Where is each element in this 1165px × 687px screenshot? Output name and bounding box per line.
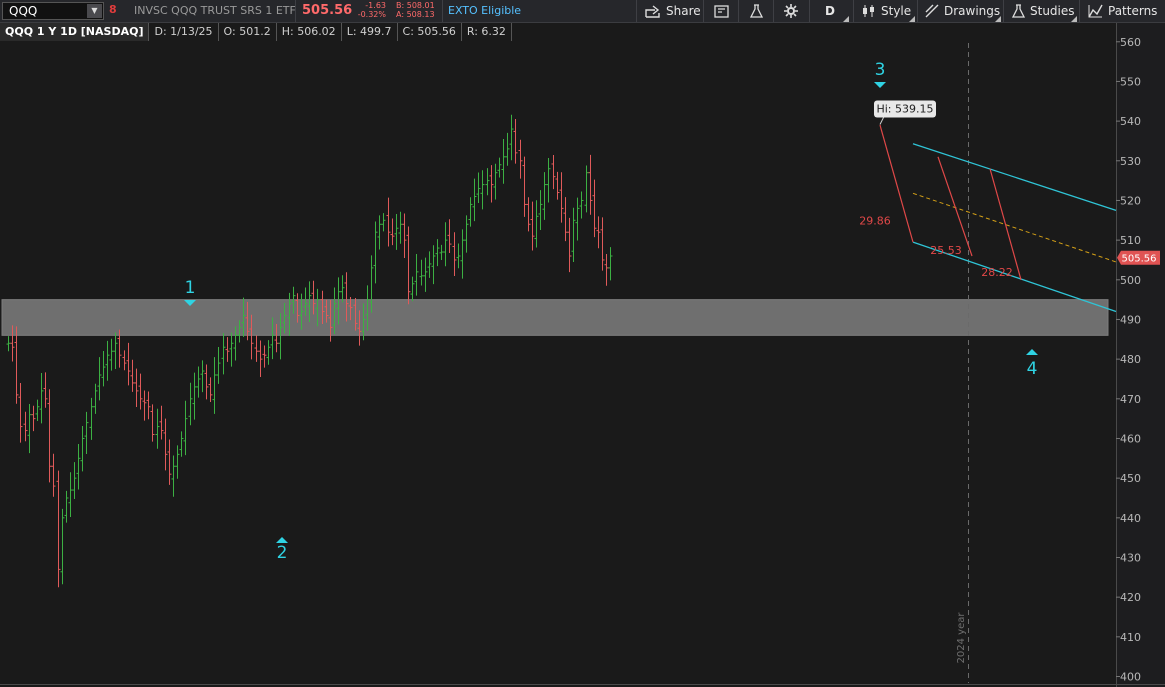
price-chart[interactable]: 2024 year 29.86 25.53 28.22 Hi: 539.15 1 2 3 4 56… bbox=[0, 23, 1165, 687]
price-tick-label: 520 bbox=[1120, 194, 1141, 207]
price-tick-label: 480 bbox=[1120, 353, 1141, 366]
drawings-label: Drawings bbox=[944, 4, 1001, 18]
price-tick-label: 550 bbox=[1120, 75, 1141, 88]
last-price: 505.56 bbox=[302, 3, 353, 18]
chart-area[interactable]: QQQ 1 Y 1D [NASDAQ] D: 1/13/25 O: 501.2 … bbox=[0, 23, 1165, 687]
price-tick-label: 410 bbox=[1120, 631, 1141, 644]
patterns-icon bbox=[1088, 4, 1103, 18]
period-button[interactable]: D bbox=[825, 0, 835, 22]
flask-button[interactable] bbox=[750, 0, 763, 22]
price-tick-label: 490 bbox=[1120, 313, 1141, 326]
divider bbox=[1079, 0, 1080, 22]
price-tick-label: 400 bbox=[1120, 671, 1141, 684]
style-button[interactable]: Style bbox=[862, 0, 911, 22]
symbol-input[interactable]: QQQ bbox=[9, 4, 37, 18]
price-tick-label: 500 bbox=[1120, 274, 1141, 287]
price-tick-label: 510 bbox=[1120, 234, 1141, 247]
divider bbox=[809, 0, 810, 22]
high-callout-text: Hi: 539.15 bbox=[876, 102, 933, 115]
chart-symbol-title: QQQ 1 Y 1D [NASDAQ] bbox=[0, 23, 150, 41]
drawings-button[interactable]: Drawings bbox=[925, 0, 1000, 22]
symbol-box[interactable]: QQQ ▼ bbox=[2, 2, 104, 20]
chart-info-strip: QQQ 1 Y 1D [NASDAQ] D: 1/13/25 O: 501.2 … bbox=[0, 23, 512, 41]
flask-icon bbox=[750, 4, 763, 18]
ask-value: A: 508.13 bbox=[396, 10, 435, 19]
studies-button[interactable]: Studies bbox=[1012, 0, 1075, 22]
studies-flask-icon bbox=[1012, 4, 1025, 18]
period-label: D bbox=[825, 4, 835, 18]
wave-label: 1 bbox=[185, 278, 196, 298]
patterns-label: Patterns bbox=[1108, 4, 1158, 18]
share-label: Share bbox=[666, 4, 701, 18]
divider bbox=[295, 0, 296, 22]
wave-label: 2 bbox=[277, 543, 288, 563]
price-tick-label: 440 bbox=[1120, 512, 1141, 525]
divider bbox=[917, 0, 918, 22]
candles-icon bbox=[863, 5, 874, 17]
toolbar: QQQ ▼ 8 INVSC QQQ TRUST SRS 1 ETF 505.56… bbox=[0, 0, 1165, 23]
price-tick-label: 430 bbox=[1120, 551, 1141, 564]
style-label: Style bbox=[881, 4, 912, 18]
net-change: -1.63 -0.32% bbox=[356, 1, 386, 19]
measure-label: 28.22 bbox=[981, 266, 1013, 279]
measure-label: 25.53 bbox=[930, 244, 962, 257]
drawings-icon bbox=[925, 4, 939, 18]
divider bbox=[703, 0, 704, 22]
period-dropdown-icon[interactable] bbox=[843, 16, 849, 22]
divider bbox=[738, 0, 739, 22]
patterns-button[interactable]: Patterns bbox=[1088, 0, 1157, 22]
year-divider-label: 2024 year bbox=[956, 612, 967, 664]
bar-close: C: 505.56 bbox=[397, 23, 462, 41]
flag-icon[interactable]: 8 bbox=[109, 3, 117, 16]
exto-badge[interactable]: EXTO Eligible bbox=[448, 4, 521, 17]
price-tick-label: 460 bbox=[1120, 432, 1141, 445]
studies-label: Studies bbox=[1030, 4, 1075, 18]
gear-icon bbox=[784, 4, 798, 18]
divider bbox=[853, 0, 854, 22]
bar-low: L: 499.7 bbox=[341, 23, 398, 41]
drawings-dropdown-icon[interactable] bbox=[995, 16, 1001, 22]
measure-label: 29.86 bbox=[859, 214, 891, 227]
price-tick-label: 540 bbox=[1120, 115, 1141, 128]
notes-button[interactable] bbox=[714, 0, 729, 22]
divider bbox=[636, 0, 637, 22]
bar-open: O: 501.2 bbox=[218, 23, 277, 41]
support-zone bbox=[1, 299, 1109, 336]
studies-dropdown-icon[interactable] bbox=[1071, 16, 1077, 22]
wave-label: 3 bbox=[875, 60, 886, 80]
price-tick-label: 450 bbox=[1120, 472, 1141, 485]
change-percent: -0.32% bbox=[357, 10, 386, 19]
settings-button[interactable] bbox=[784, 0, 798, 22]
last-price-tag-label: 505.56 bbox=[1122, 254, 1157, 265]
price-tick-label: 560 bbox=[1120, 36, 1141, 49]
style-dropdown-icon[interactable] bbox=[909, 16, 915, 22]
bar-range: R: 6.32 bbox=[461, 23, 512, 41]
plot-background bbox=[0, 23, 1116, 687]
change-value: -1.63 bbox=[365, 1, 386, 10]
bar-date: D: 1/13/25 bbox=[149, 23, 219, 41]
bid-ask: B: 508.01 A: 508.13 bbox=[396, 1, 435, 19]
price-tick-label: 420 bbox=[1120, 591, 1141, 604]
bar-high: H: 506.02 bbox=[276, 23, 342, 41]
symbol-description: INVSC QQQ TRUST SRS 1 ETF bbox=[134, 4, 296, 17]
price-tick-label: 470 bbox=[1120, 393, 1141, 406]
divider bbox=[442, 0, 443, 22]
share-button[interactable]: Share bbox=[645, 0, 701, 22]
symbol-dropdown-icon[interactable]: ▼ bbox=[87, 4, 102, 18]
bid-value: B: 508.01 bbox=[396, 1, 435, 10]
price-tick-label: 530 bbox=[1120, 155, 1141, 168]
divider bbox=[773, 0, 774, 22]
notes-icon bbox=[714, 4, 729, 18]
divider bbox=[1003, 0, 1004, 22]
wave-label: 4 bbox=[1027, 359, 1038, 379]
share-icon bbox=[645, 4, 660, 18]
